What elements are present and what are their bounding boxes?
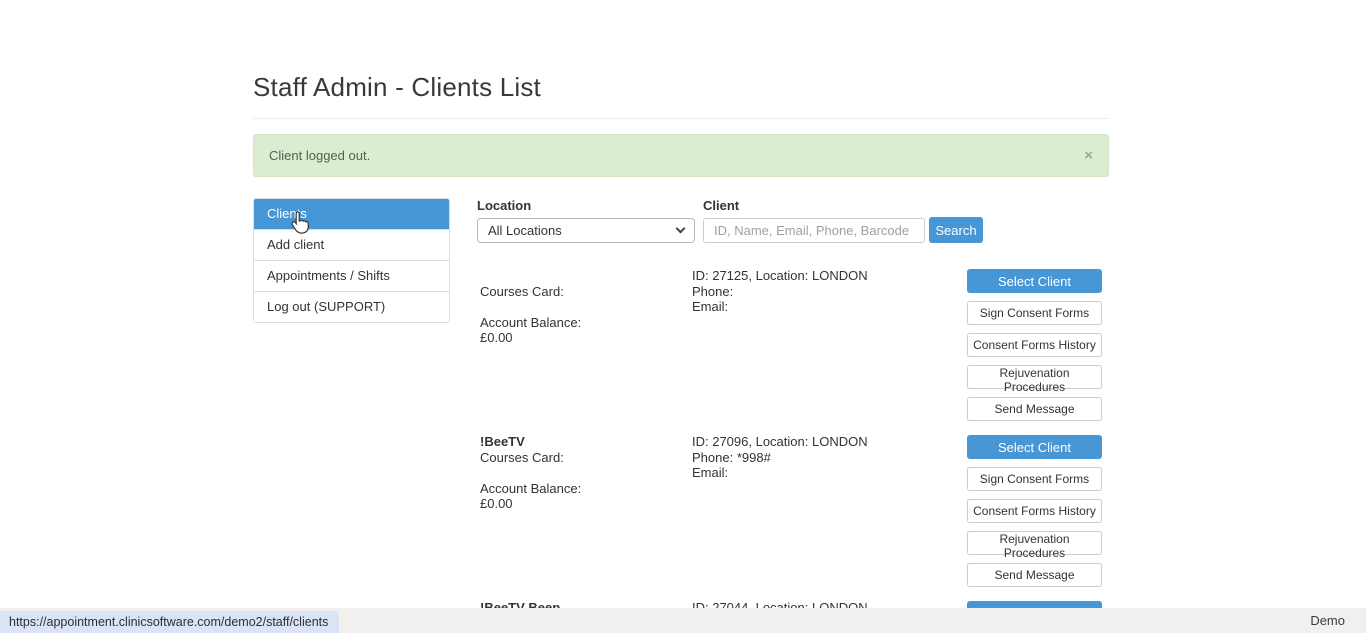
page-title: Staff Admin - Clients List: [253, 73, 1109, 101]
sidebar-item-clients[interactable]: Clients: [254, 199, 449, 229]
location-label: Location: [477, 198, 695, 213]
close-icon[interactable]: ×: [1084, 148, 1093, 163]
sidebar-menu: Clients Add client Appointments / Shifts…: [253, 198, 450, 323]
client-list: Courses Card: Account Balance: £0.00 ID:…: [477, 262, 1109, 633]
rejuvenation-procedures-button[interactable]: Rejuvenation Procedures: [967, 365, 1102, 389]
sidebar-item-label: Add client: [267, 237, 324, 252]
sidebar-item-add-client[interactable]: Add client: [254, 229, 449, 260]
client-actions-column: Select Client Sign Consent Forms Consent…: [967, 435, 1102, 595]
account-balance-label: Account Balance:: [480, 481, 581, 497]
location-select[interactable]: All Locations: [477, 218, 695, 243]
title-divider: [253, 118, 1109, 119]
account-balance-value: £0.00: [480, 496, 581, 512]
client-row: !BeeTV Courses Card: Account Balance: £0…: [477, 428, 1109, 594]
sidebar-item-appointments-shifts[interactable]: Appointments / Shifts: [254, 260, 449, 291]
client-name: [480, 268, 581, 284]
filter-bar: Location All Locations Client Search: [477, 198, 1109, 243]
client-filter-group: Client: [703, 198, 925, 243]
account-balance-value: £0.00: [480, 330, 581, 346]
select-client-button[interactable]: Select Client: [967, 435, 1102, 459]
page-container: Staff Admin - Clients List Client logged…: [253, 0, 1109, 633]
client-search-input[interactable]: [703, 218, 925, 243]
rejuvenation-procedures-button[interactable]: Rejuvenation Procedures: [967, 531, 1102, 555]
client-email: Email:: [692, 465, 868, 481]
select-client-button[interactable]: Select Client: [967, 269, 1102, 293]
main-content: Location All Locations Client Search: [477, 198, 1109, 633]
client-details-column: ID: 27125, Location: LONDON Phone: Email…: [692, 268, 868, 315]
client-email: Email:: [692, 299, 868, 315]
client-row: Courses Card: Account Balance: £0.00 ID:…: [477, 262, 1109, 428]
location-filter-group: Location All Locations: [477, 198, 695, 243]
sign-consent-forms-button[interactable]: Sign Consent Forms: [967, 301, 1102, 325]
sidebar-item-label: Clients: [267, 206, 307, 221]
client-id-location: ID: 27125, Location: LONDON: [692, 268, 868, 284]
client-details-column: ID: 27096, Location: LONDON Phone: *998#…: [692, 434, 868, 481]
alert-success: Client logged out. ×: [253, 134, 1109, 177]
browser-status-url: https://appointment.clinicsoftware.com/d…: [0, 611, 339, 633]
demo-label: Demo: [1310, 608, 1345, 633]
account-balance-label: Account Balance:: [480, 315, 581, 331]
sidebar-item-label: Appointments / Shifts: [267, 268, 390, 283]
sidebar-item-logout[interactable]: Log out (SUPPORT): [254, 291, 449, 322]
client-id-location: ID: 27096, Location: LONDON: [692, 434, 868, 450]
search-button[interactable]: Search: [929, 217, 983, 243]
client-phone: Phone:: [692, 284, 868, 300]
send-message-button[interactable]: Send Message: [967, 397, 1102, 421]
client-label: Client: [703, 198, 925, 213]
send-message-button[interactable]: Send Message: [967, 563, 1102, 587]
client-actions-column: Select Client Sign Consent Forms Consent…: [967, 269, 1102, 429]
consent-forms-history-button[interactable]: Consent Forms History: [967, 499, 1102, 523]
client-name: !BeeTV: [480, 434, 581, 450]
alert-message: Client logged out.: [269, 148, 370, 163]
sidebar-item-label: Log out (SUPPORT): [267, 299, 385, 314]
consent-forms-history-button[interactable]: Consent Forms History: [967, 333, 1102, 357]
courses-card-label: Courses Card:: [480, 450, 581, 466]
sign-consent-forms-button[interactable]: Sign Consent Forms: [967, 467, 1102, 491]
courses-card-label: Courses Card:: [480, 284, 581, 300]
client-summary-column: Courses Card: Account Balance: £0.00: [480, 268, 581, 346]
client-phone: Phone: *998#: [692, 450, 868, 466]
client-summary-column: !BeeTV Courses Card: Account Balance: £0…: [480, 434, 581, 512]
